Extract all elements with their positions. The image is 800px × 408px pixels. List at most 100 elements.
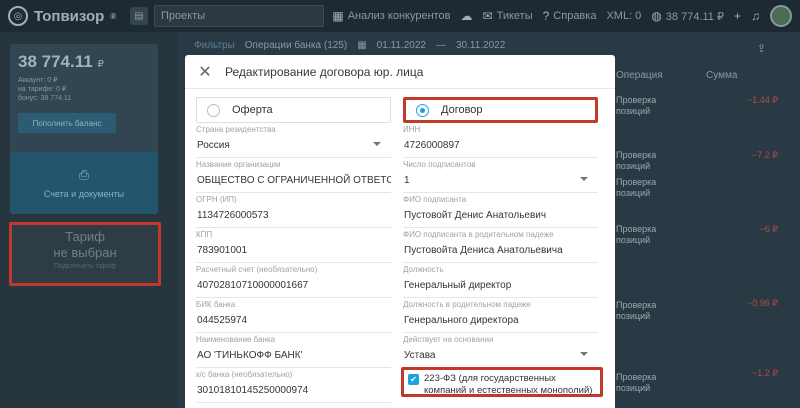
text-input[interactable]: 4726000897 [403, 134, 598, 158]
text-input[interactable]: Пустовойт Денис Анатольевич [403, 204, 598, 228]
competitors-link[interactable]: ▦ Анализ конкурентов [332, 9, 450, 23]
chevron-down-icon[interactable] [373, 142, 381, 146]
radio-contract-circle[interactable] [416, 103, 429, 117]
balance-link[interactable]: ◍ 38 774.11 ₽ [651, 9, 724, 23]
text-input[interactable]: 044525974 [196, 309, 391, 333]
radio-offer-circle[interactable] [207, 103, 220, 117]
operations-tab[interactable]: Операции банка (125) [245, 40, 347, 51]
question-icon: ? [542, 9, 550, 23]
bell-icon[interactable]: ♫ [751, 9, 760, 23]
invoices-button[interactable]: ⎙ Счета и документы [10, 152, 158, 214]
form-field: Наименование банка АО 'ТИНЬКОФФ БАНК' [196, 333, 391, 368]
printer-icon: ⎙ [78, 167, 90, 182]
tariff-title: Тариф не выбран [53, 229, 117, 260]
logo[interactable]: ◎ Топвизор ® [0, 6, 128, 26]
export-icon[interactable]: ⇪ [757, 42, 766, 55]
left-column: Оферта Страна резидентства Россия Название… [196, 97, 391, 403]
modal-header: ✕ Редактирование договора юр. лица [185, 55, 615, 89]
field-label: Должность [403, 265, 444, 274]
form-field: Страна резидентства Россия [196, 123, 391, 158]
field-label: ФИО подписанта в родительном падеже [403, 230, 554, 239]
text-input[interactable]: Пустовойта Дениса Анатольевича [403, 239, 598, 263]
radio-offer[interactable]: Оферта [196, 97, 391, 123]
invoices-label: Счета и документы [43, 189, 125, 199]
cloud-upload-icon[interactable]: ☁ [461, 9, 473, 23]
form-field: ИНН 4726000897 [403, 123, 598, 158]
form-field: Действует на основании Устава [403, 333, 598, 368]
table-row: Проверка позиций [616, 95, 657, 116]
row-sum: −1.44 ₽ [747, 95, 778, 105]
text-input[interactable]: 1134726000573 [196, 204, 391, 228]
text-input[interactable]: ОБЩЕСТВО С ОГРАНИЧЕННОЙ ОТВЕТСТВЕННОСТЬЮ [196, 169, 391, 193]
filters-bar: Фильтры Операции банка (125) ▦ 01.11.202… [194, 40, 505, 51]
radio-offer-label: Оферта [232, 104, 273, 116]
registered-mark: ® [110, 12, 117, 21]
select-field[interactable]: Россия [196, 134, 391, 158]
edit-contract-modal: ✕ Редактирование договора юр. лица Оферт… [185, 55, 615, 408]
form-field: ФИО подписанта Пустовойт Денис Анатольеви… [403, 193, 598, 228]
left-fields: Страна резидентства Россия Название органи… [196, 123, 391, 403]
field-label: к/с банка (необязательно) [196, 370, 293, 379]
date-to[interactable]: 30.11.2022 [456, 40, 505, 51]
table-row: Проверка позиций [616, 372, 657, 393]
form-field: БИК банка 044525974 [196, 298, 391, 333]
avatar[interactable] [770, 5, 792, 27]
field-label: БИК банка [196, 300, 236, 309]
form-field: Должность в родительном падеже Генерально… [403, 298, 598, 333]
select-field[interactable]: 1 [403, 169, 598, 193]
help-link[interactable]: ? Справка [543, 9, 597, 23]
field-label: Действует на основании [403, 335, 494, 344]
chevron-down-icon[interactable] [580, 177, 588, 181]
text-input[interactable]: АО 'ТИНЬКОФФ БАНК' [196, 344, 391, 368]
close-icon[interactable]: ✕ [185, 62, 225, 82]
sidebar: 38 774.11 ₽ Аккаунт: 0 ₽ на тарифе: 0 ₽ … [0, 32, 170, 408]
calendar-icon: ▦ [357, 40, 367, 51]
logo-icon: ◎ [8, 6, 28, 26]
filters-toggle[interactable]: Фильтры [194, 40, 235, 51]
radio-contract[interactable]: Договор [403, 97, 598, 123]
checkbox-checked-icon[interactable]: ✔ [408, 374, 419, 385]
competitors-label: Анализ конкурентов [347, 10, 451, 22]
topup-button[interactable]: Пополнить баланс [18, 113, 116, 133]
column-operation: Операция [616, 70, 663, 81]
text-input[interactable]: Генеральный директор [403, 274, 598, 298]
form-field: Название организации ОБЩЕСТВО С ОГРАНИЧЕН… [196, 158, 391, 193]
form-field: ФИО подписанта в родительном падеже Пусто… [403, 228, 598, 263]
field-label: Название организации [196, 160, 281, 169]
row-sum: −1.2 ₽ [752, 368, 778, 378]
tickets-link[interactable]: ✉ Тикеты [483, 9, 533, 23]
text-input[interactable]: Генерального директора [403, 309, 598, 333]
fz223-checkbox-label: 223-ФЗ (для государственных компаний и е… [424, 373, 593, 396]
briefcase-icon[interactable]: ▤ [130, 7, 148, 25]
table-row: Проверка позиций [616, 300, 657, 321]
table-row: Проверка позиций [616, 224, 657, 245]
competitors-icon: ▦ [332, 9, 344, 23]
date-from[interactable]: 01.11.2022 [377, 40, 426, 51]
fz223-checkbox-row[interactable]: ✔ 223-ФЗ (для государственных компаний и… [401, 367, 603, 397]
field-label: ИНН [403, 125, 421, 134]
tickets-label: Тикеты [496, 10, 533, 22]
text-input[interactable]: 783901001 [196, 239, 391, 263]
help-label: Справка [553, 10, 597, 22]
text-input[interactable]: 40702810710000001667 [196, 274, 391, 298]
table-row: Проверка позиций [616, 150, 657, 171]
tariff-card[interactable]: Тариф не выбран Подключить тариф [9, 222, 161, 286]
field-label: Страна резидентства [196, 125, 276, 134]
connect-tariff-link[interactable]: Подключить тариф [12, 263, 158, 270]
add-icon[interactable]: + [734, 9, 741, 23]
projects-select[interactable]: Проекты [154, 5, 324, 27]
field-label: Наименование банка [196, 335, 276, 344]
form-field: ОГРН (ИП) 1134726000573 [196, 193, 391, 228]
logo-text: Топвизор [34, 7, 105, 25]
table-row: Проверка позиций [616, 177, 657, 198]
xml-limit[interactable]: XML: 0 [606, 10, 641, 22]
chevron-down-icon[interactable] [580, 352, 588, 356]
text-input[interactable]: 30101810145250000974 [196, 379, 391, 403]
column-sum: Сумма [706, 70, 738, 81]
select-field[interactable]: Устава [403, 344, 598, 368]
top-right-menu: ▦ Анализ конкурентов ☁ ✉ Тикеты ? Справк… [332, 0, 792, 32]
right-fields: ИНН 4726000897 Число подписантов 1 ФИО подпи… [403, 123, 598, 368]
balance-card: 38 774.11 ₽ Аккаунт: 0 ₽ на тарифе: 0 ₽ … [10, 44, 158, 166]
balance-details: Аккаунт: 0 ₽ на тарифе: 0 ₽ бонус: 38 77… [18, 77, 72, 102]
field-label: КПП [196, 230, 213, 239]
